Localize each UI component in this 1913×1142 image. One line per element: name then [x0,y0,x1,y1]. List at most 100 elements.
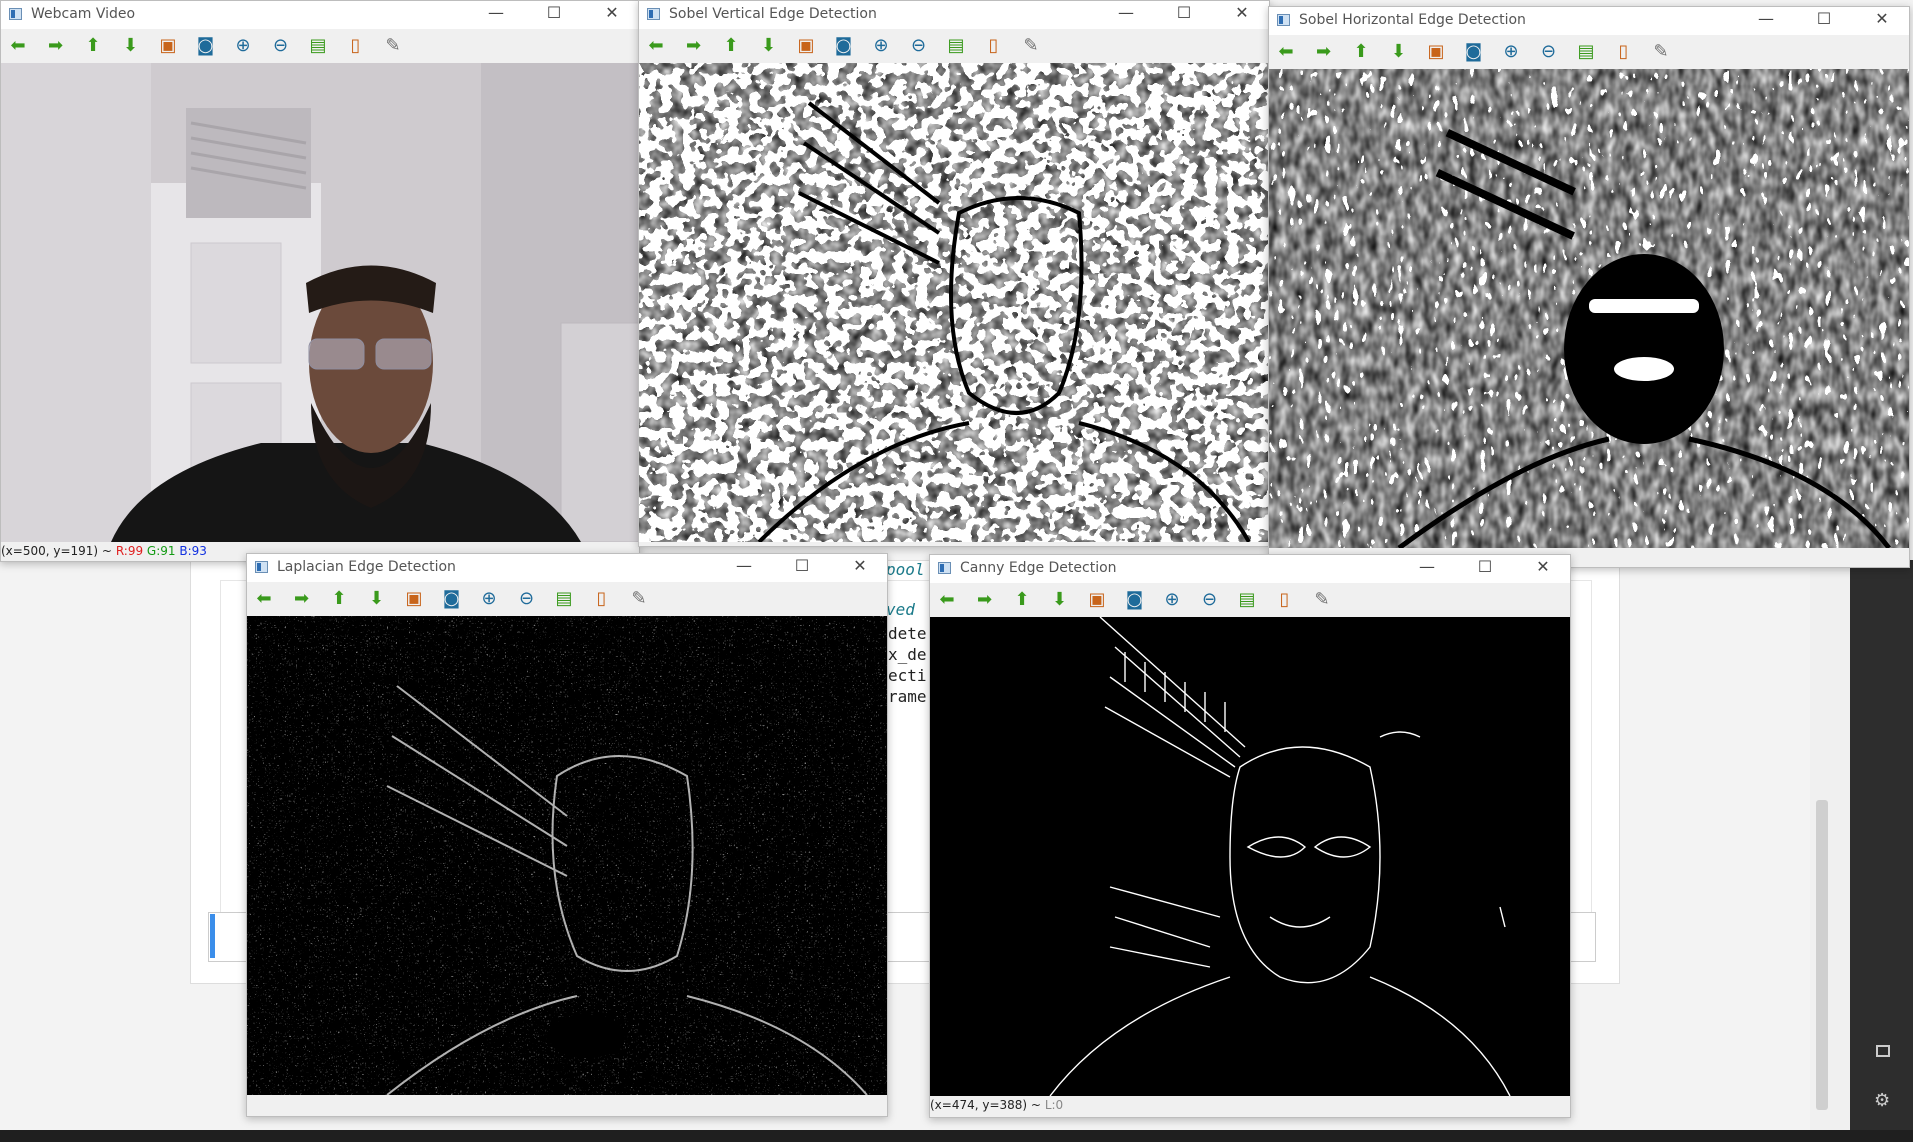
webcam-frame[interactable] [1,63,639,542]
sobel-vertical-window[interactable]: Sobel Vertical Edge Detection — ☐ ✕ ⬅ ➡ ⬆ ⬇… [638,0,1270,547]
minimize-button[interactable]: — [729,556,759,575]
zoom-to-fit-icon[interactable]: ▣ [403,589,425,609]
zoom-in-icon[interactable]: ⊕ [232,36,254,56]
zoom-original-icon[interactable]: ◙ [1124,590,1146,610]
window-title-bar[interactable]: Laplacian Edge Detection — ☐ ✕ [247,554,887,582]
save-icon[interactable]: ▤ [945,36,967,56]
zoom-out-icon[interactable]: ⊖ [1199,590,1221,610]
pan-left-icon[interactable]: ⬅ [645,36,667,56]
properties-icon[interactable]: ✎ [628,589,650,609]
zoom-to-fit-icon[interactable]: ▣ [1086,590,1108,610]
canny-frame[interactable] [930,617,1570,1096]
copy-clipboard-icon[interactable]: ▯ [1613,42,1635,62]
pan-down-icon[interactable]: ⬇ [366,589,388,609]
pan-up-icon[interactable]: ⬆ [82,36,104,56]
pan-down-icon[interactable]: ⬇ [1388,42,1410,62]
close-button[interactable]: ✕ [845,556,875,575]
pan-up-icon[interactable]: ⬆ [328,589,350,609]
image-toolbar: ⬅ ➡ ⬆ ⬇ ▣ ◙ ⊕ ⊖ ▤ ▯ ✎ [930,583,1570,617]
minimize-button[interactable]: — [1412,557,1442,576]
window-title-bar[interactable]: Sobel Horizontal Edge Detection — ☐ ✕ [1269,7,1909,35]
properties-icon[interactable]: ✎ [1020,36,1042,56]
maximize-button[interactable]: ☐ [539,3,569,22]
code-fragment: ved [886,600,915,619]
window-title-bar[interactable]: Canny Edge Detection — ☐ ✕ [930,555,1570,583]
panel-toggle-icon[interactable] [1876,1045,1890,1057]
pan-right-icon[interactable]: ➡ [45,36,67,56]
pan-right-icon[interactable]: ➡ [974,590,996,610]
app-window-icon [9,8,22,20]
sobel-horizontal-window[interactable]: Sobel Horizontal Edge Detection — ☐ ✕ ⬅ ➡… [1268,6,1910,568]
zoom-to-fit-icon[interactable]: ▣ [795,36,817,56]
pan-right-icon[interactable]: ➡ [683,36,705,56]
maximize-button[interactable]: ☐ [1169,3,1199,22]
zoom-to-fit-icon[interactable]: ▣ [1425,42,1447,62]
code-fragment: rame [888,687,927,706]
sobel-horizontal-frame[interactable] [1269,69,1909,548]
save-icon[interactable]: ▤ [307,36,329,56]
close-button[interactable]: ✕ [1867,9,1897,28]
minimize-button[interactable]: — [481,3,511,22]
zoom-original-icon[interactable]: ◙ [441,589,463,609]
green-value: G:91 [146,544,176,558]
properties-icon[interactable]: ✎ [1311,590,1333,610]
gear-icon[interactable]: ⚙ [1874,1090,1890,1111]
laplacian-frame[interactable] [247,616,887,1095]
zoom-in-icon[interactable]: ⊕ [870,36,892,56]
pan-down-icon[interactable]: ⬇ [1049,590,1071,610]
maximize-button[interactable]: ☐ [787,556,817,575]
save-icon[interactable]: ▤ [1236,590,1258,610]
image-toolbar: ⬅ ➡ ⬆ ⬇ ▣ ◙ ⊕ ⊖ ▤ ▯ ✎ [1,29,639,63]
copy-clipboard-icon[interactable]: ▯ [591,589,613,609]
pan-left-icon[interactable]: ⬅ [253,589,275,609]
pan-left-icon[interactable]: ⬅ [936,590,958,610]
maximize-button[interactable]: ☐ [1809,9,1839,28]
copy-clipboard-icon[interactable]: ▯ [345,36,367,56]
pan-down-icon[interactable]: ⬇ [120,36,142,56]
zoom-original-icon[interactable]: ◙ [833,36,855,56]
pan-left-icon[interactable]: ⬅ [7,36,29,56]
scrollbar-thumb[interactable] [1816,800,1828,1110]
minimize-button[interactable]: — [1111,3,1141,22]
sobel-vertical-frame[interactable] [639,63,1269,542]
pan-up-icon[interactable]: ⬆ [1011,590,1033,610]
window-title: Webcam Video [31,6,136,22]
pan-right-icon[interactable]: ➡ [291,589,313,609]
close-button[interactable]: ✕ [1528,557,1558,576]
save-icon[interactable]: ▤ [1575,42,1597,62]
zoom-in-icon[interactable]: ⊕ [478,589,500,609]
webcam-video-window[interactable]: Webcam Video — ☐ ✕ ⬅ ➡ ⬆ ⬇ ▣ ◙ ⊕ ⊖ ▤ ▯ ✎ [0,0,640,562]
properties-icon[interactable]: ✎ [1650,42,1672,62]
window-title-bar[interactable]: Sobel Vertical Edge Detection — ☐ ✕ [639,1,1269,29]
save-icon[interactable]: ▤ [553,589,575,609]
canny-window[interactable]: Canny Edge Detection — ☐ ✕ ⬅ ➡ ⬆ ⬇ ▣ ◙ ⊕ ⊖ ▤ ▯ ✎ (… [929,554,1571,1118]
pan-right-icon[interactable]: ➡ [1313,42,1335,62]
status-bar [247,1095,887,1113]
zoom-out-icon[interactable]: ⊖ [1538,42,1560,62]
zoom-out-icon[interactable]: ⊖ [270,36,292,56]
zoom-in-icon[interactable]: ⊕ [1500,42,1522,62]
zoom-in-icon[interactable]: ⊕ [1161,590,1183,610]
window-title: Canny Edge Detection [960,560,1117,576]
zoom-original-icon[interactable]: ◙ [1463,42,1485,62]
window-title-bar[interactable]: Webcam Video — ☐ ✕ [1,1,639,29]
zoom-to-fit-icon[interactable]: ▣ [157,36,179,56]
laplacian-window[interactable]: Laplacian Edge Detection — ☐ ✕ ⬅ ➡ ⬆ ⬇ ▣ ◙ ⊕ ⊖ ▤… [246,553,888,1117]
zoom-out-icon[interactable]: ⊖ [908,36,930,56]
maximize-button[interactable]: ☐ [1470,557,1500,576]
copy-clipboard-icon[interactable]: ▯ [1274,590,1296,610]
minimize-button[interactable]: — [1751,9,1781,28]
zoom-original-icon[interactable]: ◙ [195,36,217,56]
pan-up-icon[interactable]: ⬆ [720,36,742,56]
pan-left-icon[interactable]: ⬅ [1275,42,1297,62]
pan-down-icon[interactable]: ⬇ [758,36,780,56]
image-toolbar: ⬅ ➡ ⬆ ⬇ ▣ ◙ ⊕ ⊖ ▤ ▯ ✎ [247,582,887,616]
zoom-out-icon[interactable]: ⊖ [516,589,538,609]
close-button[interactable]: ✕ [597,3,627,22]
properties-icon[interactable]: ✎ [382,36,404,56]
window-title: Laplacian Edge Detection [277,559,456,575]
copy-clipboard-icon[interactable]: ▯ [983,36,1005,56]
close-button[interactable]: ✕ [1227,3,1257,22]
pan-up-icon[interactable]: ⬆ [1350,42,1372,62]
window-title: Sobel Horizontal Edge Detection [1299,12,1526,28]
